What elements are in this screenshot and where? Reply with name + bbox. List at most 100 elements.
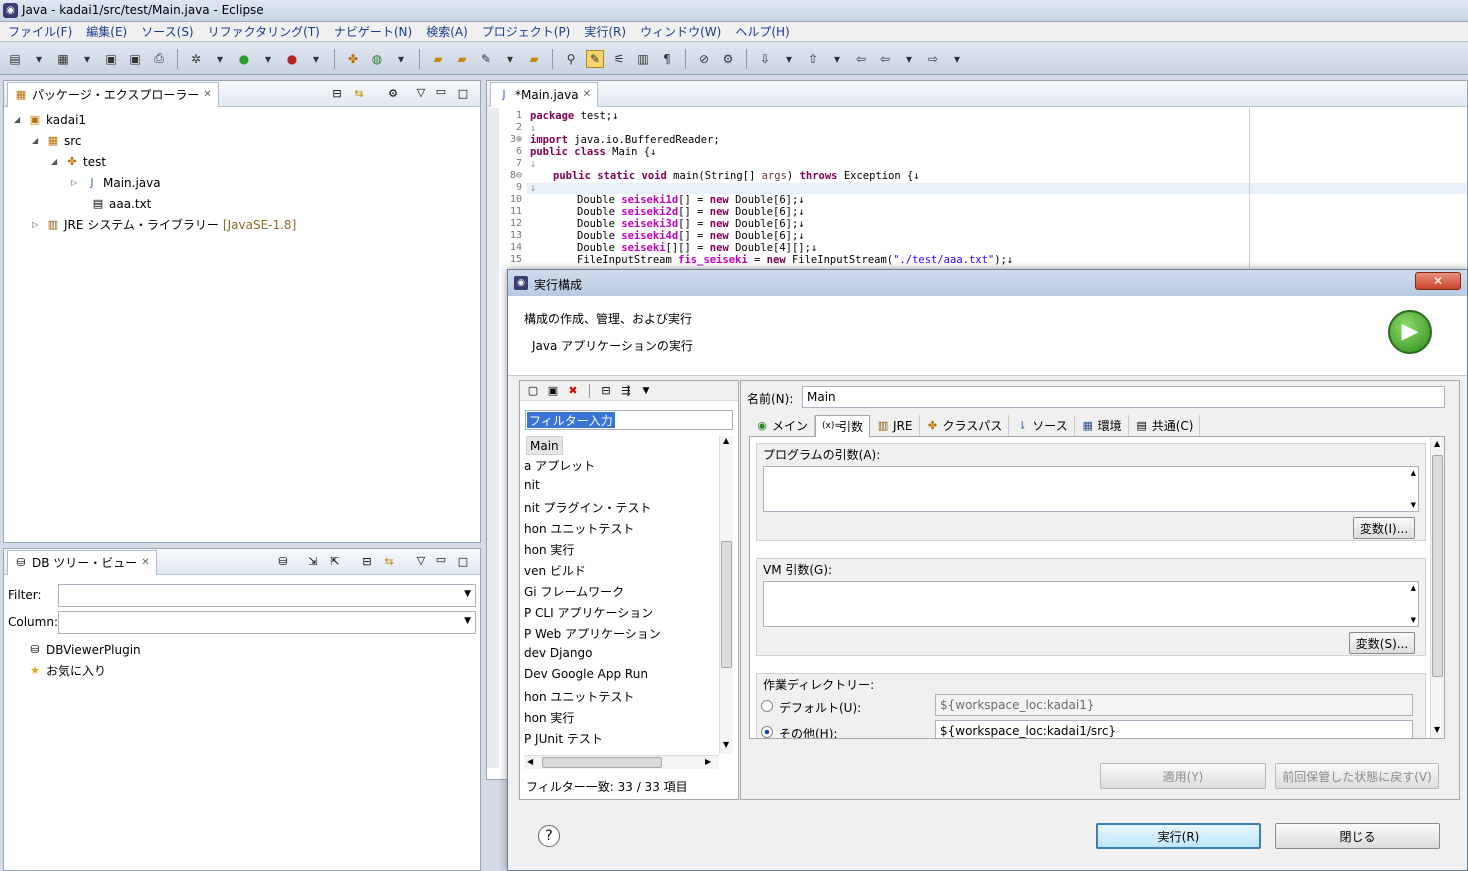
close-dialog-button[interactable]: 閉じる — [1275, 823, 1440, 849]
pilcrow-icon[interactable]: ¶ — [658, 50, 676, 68]
list-item[interactable]: P Web アプリケーション — [524, 625, 661, 642]
tab-db-tree-view[interactable]: ⛁ DB ツリー・ビュー ✕ — [7, 549, 157, 575]
minimize-icon[interactable]: ▭ — [434, 85, 448, 99]
apply-button[interactable]: 適用(Y) — [1100, 763, 1266, 789]
scroll-left-icon[interactable]: ◀ — [527, 757, 533, 766]
print-icon[interactable]: ⎙ — [150, 50, 168, 68]
list-item[interactable]: Dev Google App Run — [524, 667, 648, 681]
menu-project[interactable]: プロジェクト(P) — [482, 23, 571, 40]
dropdown-icon[interactable]: ▾ — [30, 50, 48, 68]
program-args-input[interactable]: ▲ ▼ — [763, 466, 1419, 512]
collapse-icon[interactable]: ▷ — [32, 220, 42, 229]
menu-source[interactable]: ソース(S) — [141, 23, 193, 40]
folder-icon[interactable]: ▰ — [525, 50, 543, 68]
dropdown-icon[interactable]: ▾ — [259, 50, 277, 68]
tree-item-test[interactable]: ◢ ✤ test — [51, 151, 106, 172]
collapse-all-icon[interactable]: ⊟ — [330, 87, 344, 101]
expand-icon[interactable]: ◢ — [14, 115, 24, 124]
new-package-icon[interactable]: ▦ — [54, 50, 72, 68]
prev-annotation-icon[interactable]: ⇧ — [804, 50, 822, 68]
menu-window[interactable]: ウィンドウ(W) — [640, 23, 721, 40]
link-with-editor-icon[interactable]: ⇆ — [352, 87, 366, 101]
link-with-editor-icon[interactable]: ⇆ — [382, 555, 396, 569]
menu-run[interactable]: 実行(R) — [584, 23, 626, 40]
radio-other[interactable] — [761, 726, 773, 738]
collapse-all-icon[interactable]: ⊟ — [360, 555, 374, 569]
new-java-project-icon[interactable]: ✤ — [344, 50, 362, 68]
list-item[interactable]: dev Django — [524, 646, 592, 660]
minimize-icon[interactable]: ▭ — [434, 553, 448, 567]
skip-breakpoints-icon[interactable]: ⊘ — [695, 50, 713, 68]
list-horizontal-scrollbar[interactable]: ◀ ▶ — [524, 755, 719, 769]
scroll-up-icon[interactable]: ▲ — [723, 436, 729, 445]
save-all-icon[interactable]: ▣ — [126, 50, 144, 68]
chevron-down-icon[interactable]: ▼ — [464, 589, 471, 599]
new-icon[interactable]: ▤ — [6, 50, 24, 68]
open-type-icon[interactable]: ▰ — [429, 50, 447, 68]
expand-icon[interactable]: ◢ — [32, 136, 42, 145]
list-item[interactable]: Gi フレームワーク — [524, 583, 624, 600]
import-icon[interactable]: ⇲ — [306, 555, 320, 569]
list-item[interactable]: hon 実行 — [524, 541, 574, 558]
external-tools-icon[interactable]: ● — [283, 50, 301, 68]
tree-item-src[interactable]: ◢ ▦ src — [32, 130, 82, 151]
expand-icon[interactable]: ◢ — [51, 157, 61, 166]
toggle-breadcrumb-icon[interactable]: ⚲ — [562, 50, 580, 68]
export-icon[interactable]: ⇱ — [328, 555, 342, 569]
forward-icon[interactable]: ⇨ — [924, 50, 942, 68]
variables-button-program[interactable]: 変数(I)... — [1353, 517, 1415, 539]
toggle-block-icon[interactable]: ⚟ — [610, 50, 628, 68]
view-menu-icon[interactable]: ⚙ — [386, 87, 400, 101]
debug-icon[interactable]: ✲ — [187, 50, 205, 68]
tree-item-main-java[interactable]: ▷ J Main.java — [71, 172, 161, 193]
tab-main[interactable]: ◉ メイン — [749, 415, 816, 436]
content-vertical-scrollbar[interactable]: ▲ ▼ — [1430, 437, 1444, 738]
tab-source[interactable]: ⇂ ソース — [1009, 415, 1075, 436]
delete-icon[interactable]: ✖ — [566, 384, 580, 398]
run-icon[interactable]: ● — [235, 50, 253, 68]
next-annotation-icon[interactable]: ⇩ — [756, 50, 774, 68]
list-item[interactable]: hon ユニットテスト — [524, 688, 634, 705]
scroll-up-icon[interactable]: ▲ — [1411, 469, 1416, 477]
scroll-up-icon[interactable]: ▲ — [1434, 439, 1440, 448]
list-item[interactable]: hon 実行 — [524, 709, 574, 726]
close-icon[interactable]: ✕ — [583, 89, 591, 100]
new-class-icon[interactable]: ◍ — [368, 50, 386, 68]
dropdown-icon[interactable]: ▾ — [900, 50, 918, 68]
name-field[interactable]: Main — [802, 386, 1445, 408]
mark-occurrences-icon[interactable]: ✎ — [586, 49, 604, 68]
tab-arguments[interactable]: (x)= 引数 — [815, 414, 871, 437]
dropdown-icon[interactable]: ▾ — [392, 50, 410, 68]
run-button[interactable]: 実行(R) — [1096, 823, 1261, 849]
dropdown-icon[interactable]: ▾ — [501, 50, 519, 68]
search-icon[interactable]: ✎ — [477, 50, 495, 68]
scroll-up-icon[interactable]: ▲ — [1411, 584, 1416, 592]
dropdown-icon[interactable]: ▾ — [780, 50, 798, 68]
maximize-icon[interactable]: □ — [456, 555, 470, 569]
chevron-down-icon[interactable]: ▽ — [414, 86, 428, 100]
menu-navigate[interactable]: ナビゲート(N) — [334, 23, 412, 40]
new-config-icon[interactable]: ▢ — [526, 384, 540, 398]
open-task-icon[interactable]: ▰ — [453, 50, 471, 68]
tab-classpath[interactable]: ✤ クラスパス — [920, 415, 1010, 436]
show-whitespace-icon[interactable]: ▥ — [634, 50, 652, 68]
tree-item-aaa-txt[interactable]: ▤ aaa.txt — [91, 193, 152, 214]
tree-item-dbviewerplugin[interactable]: ⛁ DBViewerPlugin — [28, 639, 140, 660]
scrollbar-thumb[interactable] — [542, 757, 662, 768]
scroll-down-icon[interactable]: ▼ — [1434, 725, 1440, 734]
settings-icon[interactable]: ⚙ — [719, 50, 737, 68]
tab-common[interactable]: ▤ 共通(C) — [1129, 415, 1201, 436]
list-item[interactable]: hon ユニットテスト — [524, 520, 634, 537]
database-icon[interactable]: ⛁ — [276, 555, 290, 569]
radio-default[interactable] — [761, 700, 773, 712]
chevron-down-icon[interactable]: ▽ — [414, 554, 428, 568]
chevron-down-icon[interactable]: ▼ — [464, 616, 471, 626]
dropdown-icon[interactable]: ▾ — [828, 50, 846, 68]
dropdown-icon[interactable]: ▾ — [948, 50, 966, 68]
maximize-icon[interactable]: □ — [456, 87, 470, 101]
tree-item-favorites[interactable]: ★ お気に入り — [28, 660, 106, 681]
column-combo[interactable]: ▼ — [58, 611, 476, 634]
scroll-down-icon[interactable]: ▼ — [1411, 616, 1416, 624]
filter-combo[interactable]: ▼ — [58, 584, 476, 607]
duplicate-icon[interactable]: ▣ — [546, 384, 560, 398]
